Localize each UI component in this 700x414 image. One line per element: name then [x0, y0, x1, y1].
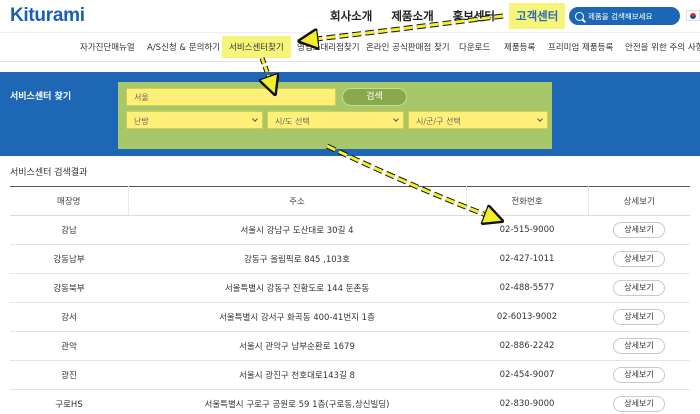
subnav-premium-register[interactable]: 프리미엄 제품등록: [548, 41, 613, 53]
cell-name: 강동남부: [10, 244, 128, 274]
subnav-online-store[interactable]: 온라인 공식판매점 찾기: [366, 41, 450, 53]
table-row: 강동남부 강동구 올림픽로 845 ,103호 02-427-1011 상세보기: [10, 244, 690, 274]
sub-nav: 자가진단매뉴얼 A/S신청 & 문의하기 서비스센터찾기 영업소대리점찾기 온라…: [0, 32, 700, 62]
cell-name: 관악: [10, 331, 128, 361]
subnav-as-request[interactable]: A/S신청 & 문의하기: [147, 41, 220, 53]
cell-address: 서울시 광진구 천호대로143길 8: [128, 360, 466, 390]
table-row: 강동북부 서울특별시 강동구 진황도로 144 둔촌동 02-488-5577 …: [10, 273, 690, 303]
subnav-safety[interactable]: 안전을 위한 주의 사항: [625, 41, 700, 53]
cell-name: 구로HS: [10, 389, 128, 414]
search-placeholder: 제품을 검색해보세요: [588, 11, 653, 21]
detail-button[interactable]: 상세보기: [613, 367, 665, 383]
search-button[interactable]: 검색: [342, 88, 407, 106]
search-band: 서비스센터 찾기 서울 검색 난방 시/도 선택 시/군/구 선택: [0, 72, 700, 156]
chevron-down-icon: [537, 116, 543, 122]
detail-button[interactable]: 상세보기: [613, 222, 665, 238]
search-icon: [575, 11, 584, 21]
detail-button[interactable]: 상세보기: [613, 338, 665, 354]
table-row: 강서 서울특별시 강서구 화곡동 400-41번지 1층 02-6013-900…: [10, 302, 690, 332]
kiturami-logo[interactable]: Kiturami: [10, 5, 85, 27]
col-header-address: 주소: [127, 186, 466, 216]
cell-name: 강동북부: [10, 273, 128, 303]
search-panel-title: 서비스센터 찾기: [10, 92, 72, 102]
table-row: 관악 서울시 관악구 남부순환로 1679 02-886-2242 상세보기: [10, 331, 690, 361]
subnav-product-register[interactable]: 제품등록: [504, 41, 535, 53]
cell-phone: 02-830-9000: [466, 389, 588, 414]
detail-button[interactable]: 상세보기: [613, 251, 665, 267]
nav-customer-center[interactable]: 고객센터: [508, 3, 566, 29]
district-select[interactable]: 시/군/구 선택: [408, 111, 548, 129]
col-header-name: 매장명: [10, 186, 128, 216]
top-header: Kiturami 회사소개 제품소개 홍보센터 고객센터 제품을 검색해보세요: [0, 0, 700, 32]
cell-address: 강동구 올림픽로 845 ,103호: [128, 244, 466, 274]
cell-address: 서울특별시 강서구 화곡동 400-41번지 1층: [128, 302, 466, 332]
cell-phone: 02-454-9007: [466, 360, 588, 390]
cell-address: 서울시 강남구 도산대로 30길 4: [128, 215, 466, 245]
subnav-self-diagnosis[interactable]: 자가진단매뉴얼: [80, 41, 135, 53]
korea-flag-icon[interactable]: [686, 10, 700, 21]
chevron-down-icon: [393, 116, 399, 122]
cell-phone: 02-488-5577: [466, 273, 588, 303]
main-nav: 회사소개 제품소개 홍보센터 고객센터: [330, 0, 584, 32]
results-title: 서비스센터 검색결과: [10, 168, 88, 178]
nav-company[interactable]: 회사소개: [330, 8, 372, 24]
nav-products[interactable]: 제품소개: [391, 8, 433, 24]
product-select[interactable]: 난방: [126, 111, 263, 129]
table-header-row: 매장명 주소 전화번호 상세보기: [10, 186, 690, 216]
cell-phone: 02-427-1011: [466, 244, 588, 274]
subnav-service-center[interactable]: 서비스센터찾기: [222, 36, 291, 58]
city-select[interactable]: 시/도 선택: [267, 111, 404, 129]
cell-phone: 02-886-2242: [466, 331, 588, 361]
table-row: 광진 서울시 광진구 천호대로143길 8 02-454-9007 상세보기: [10, 360, 690, 390]
keyword-input[interactable]: 서울: [126, 88, 336, 106]
cell-address: 서울특별시 구로구 공원로 59 1층(구로동,상신빌딩): [128, 389, 466, 414]
cell-address: 서울시 관악구 남부순환로 1679: [128, 331, 466, 361]
detail-button[interactable]: 상세보기: [613, 396, 665, 412]
cell-name: 강서: [10, 302, 128, 332]
product-search-input[interactable]: 제품을 검색해보세요: [569, 7, 680, 25]
subnav-download[interactable]: 다운로드: [459, 41, 490, 53]
cell-phone: 02-6013-9002: [466, 302, 588, 332]
subnav-dealer[interactable]: 영업소대리점찾기: [297, 41, 360, 53]
city-select-value: 시/도 선택: [275, 117, 310, 126]
table-row: 구로HS 서울특별시 구로구 공원로 59 1층(구로동,상신빌딩) 02-83…: [10, 389, 690, 414]
nav-pr-center[interactable]: 홍보센터: [453, 8, 495, 24]
cell-name: 강남: [10, 215, 128, 245]
district-select-value: 시/군/구 선택: [416, 117, 461, 126]
col-header-phone: 전화번호: [465, 186, 588, 216]
results-table: 매장명 주소 전화번호 상세보기 강남 서울시 강남구 도산대로 30길 4 0…: [10, 186, 690, 414]
search-form: 서울 검색 난방 시/도 선택 시/군/구 선택: [118, 82, 552, 149]
product-select-value: 난방: [134, 117, 149, 126]
detail-button[interactable]: 상세보기: [613, 280, 665, 296]
cell-name: 광진: [10, 360, 128, 390]
table-row: 강남 서울시 강남구 도산대로 30길 4 02-515-9000 상세보기: [10, 215, 690, 245]
cell-address: 서울특별시 강동구 진황도로 144 둔촌동: [128, 273, 466, 303]
chevron-down-icon: [252, 116, 258, 122]
col-header-detail: 상세보기: [587, 186, 690, 216]
cell-phone: 02-515-9000: [466, 215, 588, 245]
detail-button[interactable]: 상세보기: [613, 309, 665, 325]
